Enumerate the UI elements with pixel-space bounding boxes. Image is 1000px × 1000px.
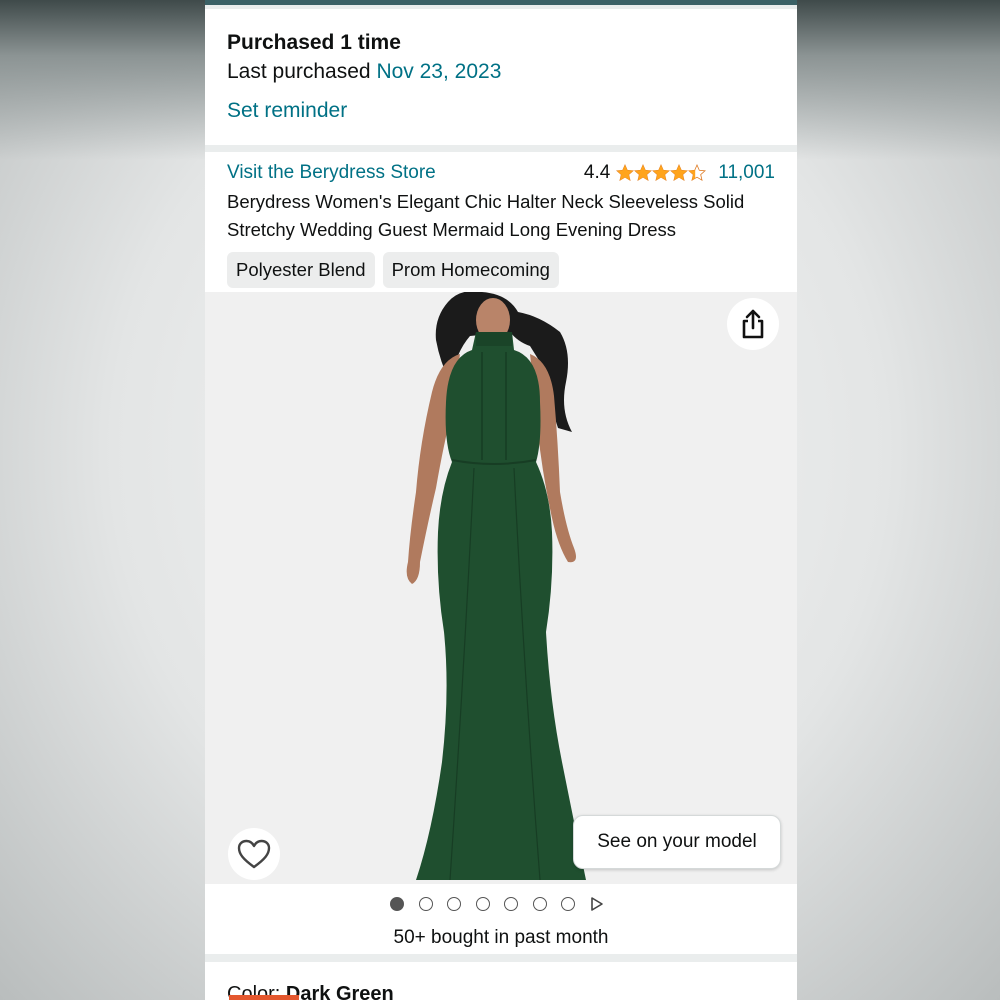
product-image-gallery[interactable]: See on your model — [205, 292, 797, 884]
chip-occasion[interactable]: Prom Homecoming — [382, 252, 559, 288]
star-icon — [652, 164, 671, 182]
last-purchased-label: Last purchased — [227, 60, 371, 83]
share-icon — [742, 309, 764, 339]
carousel-dots — [390, 896, 604, 912]
star-rating — [616, 164, 707, 182]
share-button[interactable] — [727, 298, 779, 350]
selected-color-value: Dark Green — [285, 983, 394, 1000]
color-selector-line: Color: Dark Green — [227, 982, 775, 1000]
last-purchased-line: Last purchased Nov 23, 2023 — [227, 57, 775, 87]
play-triangle-icon[interactable] — [590, 896, 604, 912]
purchased-count-text: Purchased 1 time — [227, 31, 401, 54]
star-icon — [670, 164, 689, 182]
review-count-link[interactable]: 11,001 — [718, 162, 775, 184]
phone-screen: Purchased 1 time Last purchased Nov 23, … — [205, 0, 797, 1000]
store-rating-row: Visit the Berydress Store 4.4 11,001 — [227, 160, 775, 186]
star-icon — [616, 164, 635, 182]
carousel-dot[interactable] — [418, 897, 433, 911]
rating-summary[interactable]: 4.4 11,001 — [584, 162, 775, 184]
see-on-model-button[interactable]: See on your model — [573, 815, 781, 869]
product-title: Berydress Women's Elegant Chic Halter Ne… — [227, 191, 745, 240]
product-header-card: Visit the Berydress Store 4.4 11,001 Ber… — [205, 152, 797, 292]
set-reminder-link[interactable]: Set reminder — [227, 96, 347, 126]
rating-value: 4.4 — [583, 162, 611, 183]
star-icon — [688, 164, 707, 182]
heart-icon — [237, 839, 271, 869]
carousel-dot[interactable] — [447, 897, 461, 911]
product-photo — [406, 292, 586, 881]
attribute-chips: Polyester Blend Prom Homecoming — [227, 252, 775, 288]
chip-material[interactable]: Polyester Blend — [227, 252, 375, 288]
star-icon — [634, 164, 653, 182]
gallery-footer: 50+ bought in past month — [205, 884, 797, 954]
carousel-dot[interactable] — [532, 897, 547, 911]
visit-store-link[interactable]: Visit the Berydress Store — [227, 162, 436, 184]
carousel-dot[interactable] — [504, 897, 518, 911]
bought-past-month-text: 50+ bought in past month — [393, 927, 609, 948]
top-strip — [205, 0, 797, 5]
carousel-dot[interactable] — [390, 897, 404, 911]
last-purchased-date-link[interactable]: Nov 23, 2023 — [376, 60, 501, 83]
wishlist-button[interactable] — [228, 828, 280, 880]
carousel-dot[interactable] — [561, 897, 575, 911]
carousel-dot[interactable] — [475, 897, 490, 911]
purchase-history-card: Purchased 1 time Last purchased Nov 23, … — [205, 9, 797, 145]
color-swatch-indicator — [229, 995, 299, 1000]
